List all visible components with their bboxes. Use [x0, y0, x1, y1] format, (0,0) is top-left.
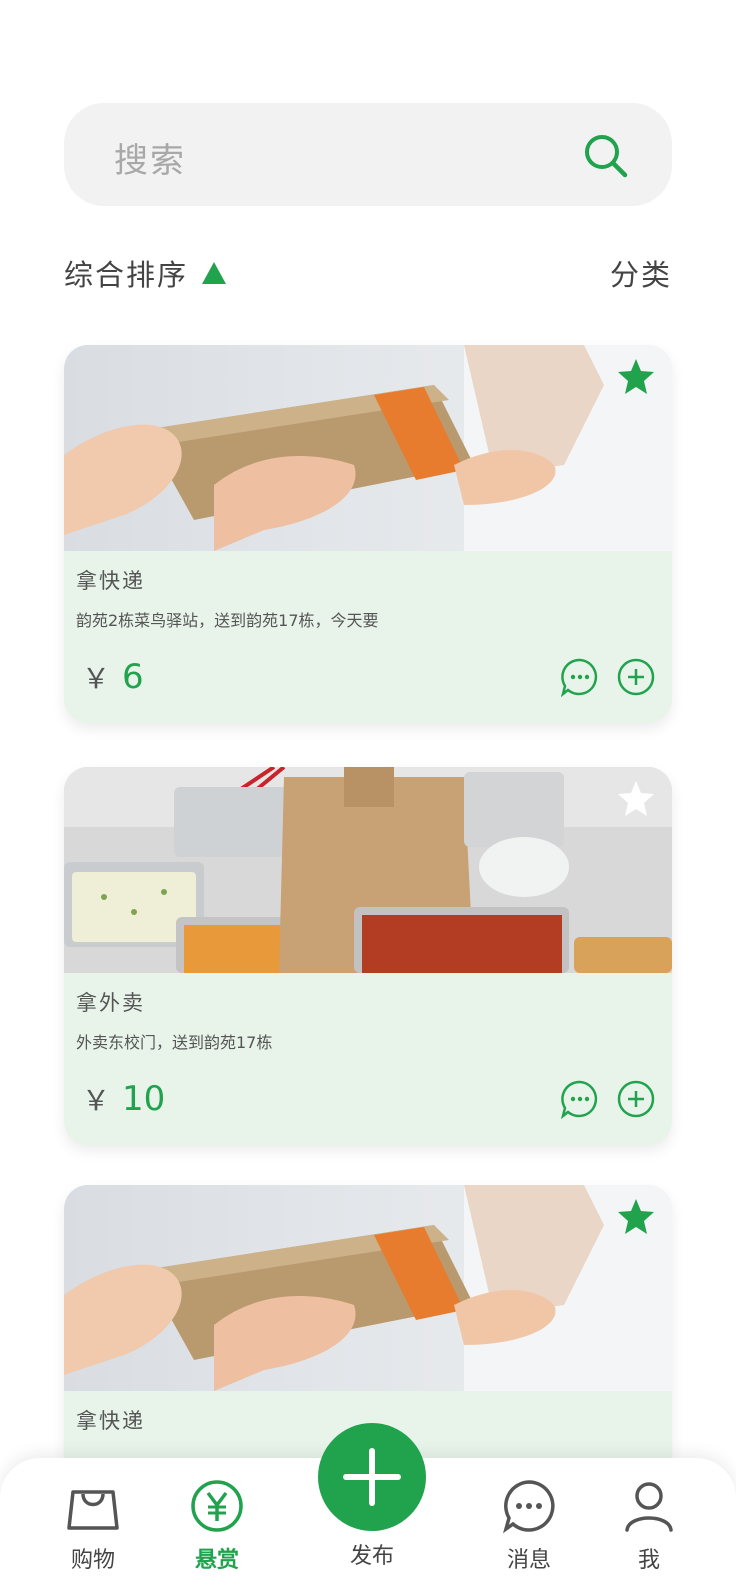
sort-button[interactable]: 综合排序: [64, 252, 188, 294]
tab-label: 购物: [70, 1548, 115, 1573]
star-icon[interactable]: [616, 1197, 656, 1237]
search-input[interactable]: 搜索: [114, 133, 186, 182]
profile-icon: [625, 1482, 673, 1532]
price-amount: 10: [122, 1079, 166, 1119]
price-amount: 6: [122, 657, 144, 697]
task-card[interactable]: 拿快递 韵苑2栋菜鸟驿站，送到韵苑17栋，今天要 ￥ 6: [64, 345, 672, 723]
tab-label: 我: [637, 1548, 660, 1573]
currency-symbol: ￥: [82, 1084, 111, 1117]
search-icon[interactable]: [582, 132, 630, 180]
star-icon[interactable]: [616, 779, 656, 819]
sort-row: 综合排序 分类: [64, 252, 672, 296]
sort-arrow-up-icon[interactable]: [202, 262, 226, 284]
card-description: 外卖东校门，送到韵苑17栋: [76, 1033, 273, 1052]
publish-label[interactable]: 发布: [318, 1538, 426, 1570]
package-handoff-image: [64, 345, 672, 551]
chat-icon[interactable]: [560, 657, 600, 697]
publish-button[interactable]: [318, 1423, 426, 1531]
tab-shopping[interactable]: 购物: [38, 1478, 148, 1574]
card-title: 拿快递: [76, 569, 145, 593]
shopping-bag-icon: [67, 1490, 119, 1530]
card-description: 韵苑2栋菜鸟驿站，送到韵苑17栋，今天要: [76, 611, 379, 630]
category-button[interactable]: 分类: [610, 252, 672, 294]
plus-icon: [343, 1448, 401, 1506]
search-bar[interactable]: 搜索: [64, 103, 672, 206]
package-handoff-image: [64, 1185, 672, 1391]
tab-messages[interactable]: 消息: [474, 1478, 584, 1574]
star-icon[interactable]: [616, 357, 656, 397]
tab-label: 消息: [506, 1548, 551, 1573]
card-price: ￥ 6: [82, 657, 144, 697]
tab-reward[interactable]: 悬赏: [162, 1478, 272, 1574]
message-icon: [503, 1480, 555, 1534]
task-card[interactable]: 拿外卖 外卖东校门，送到韵苑17栋 ￥ 10: [64, 767, 672, 1145]
tab-label: 悬赏: [194, 1548, 239, 1573]
chat-icon[interactable]: [560, 1079, 600, 1119]
add-circle-icon[interactable]: [616, 1079, 656, 1119]
add-circle-icon[interactable]: [616, 657, 656, 697]
card-price: ￥ 10: [82, 1079, 165, 1119]
takeout-food-image: [64, 767, 672, 973]
currency-symbol: ￥: [82, 662, 111, 695]
tab-me[interactable]: 我: [594, 1478, 704, 1574]
card-title: 拿外卖: [76, 991, 145, 1015]
reward-yen-icon: [191, 1480, 243, 1532]
card-title: 拿快递: [76, 1409, 145, 1433]
